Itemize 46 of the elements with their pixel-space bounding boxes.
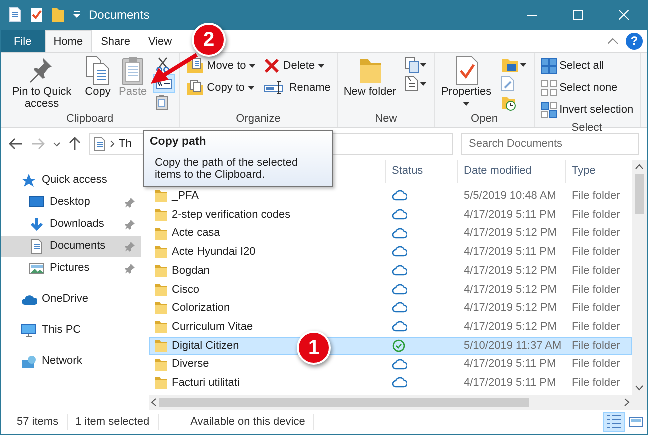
date-cell-text: 4/17/2019 5:11 PM bbox=[463, 357, 558, 372]
file-name: Diverse bbox=[172, 357, 210, 372]
date-cell-text: 4/17/2019 5:12 PM bbox=[463, 264, 558, 279]
type-cell-text: File folder bbox=[571, 189, 622, 204]
group-label: Select bbox=[570, 121, 604, 135]
status-text: 57 items bbox=[17, 414, 68, 430]
file-name: Cisco bbox=[172, 282, 200, 298]
date-cell-text: 4/17/2019 5:12 PM bbox=[463, 301, 558, 316]
callout-number: 1 bbox=[297, 331, 331, 365]
file-name: Bogdan bbox=[172, 264, 210, 279]
date-cell-text: 4/17/2019 5:12 PM bbox=[463, 226, 558, 242]
type-cell-text: File folder bbox=[571, 338, 622, 354]
type-cell-text: File folder bbox=[571, 208, 622, 223]
type-cell-text: File folder bbox=[571, 226, 622, 242]
date-cell-text: 4/17/2019 5:11 PM bbox=[463, 208, 558, 223]
group-label: Organize bbox=[235, 112, 282, 127]
group-label: Clipboard bbox=[66, 112, 115, 127]
group-label: Open bbox=[470, 112, 499, 127]
type-cell-text: File folder bbox=[571, 357, 622, 372]
file-name: Facturi utilitati bbox=[172, 376, 240, 391]
file-name: Curriculum Vitae bbox=[172, 320, 254, 335]
group-label: New bbox=[374, 112, 398, 127]
file-name: 2-step verification codes bbox=[172, 208, 291, 223]
type-cell-text: File folder bbox=[571, 376, 622, 391]
date-cell-text: 5/5/2019 10:48 AM bbox=[463, 189, 558, 204]
date-cell-text: 4/17/2019 5:11 PM bbox=[463, 376, 558, 391]
status-text: 1 item selected bbox=[76, 414, 159, 430]
tooltip-title: Copy path bbox=[150, 135, 208, 150]
type-cell-text: File folder bbox=[571, 245, 622, 260]
type-cell-text: File folder bbox=[571, 282, 622, 298]
date-cell-text: 4/17/2019 5:12 PM bbox=[463, 320, 558, 335]
file-name: _PFA bbox=[172, 189, 199, 204]
file-name: Acte casa bbox=[172, 226, 220, 242]
type-cell-text: File folder bbox=[571, 301, 622, 316]
window-title: Documents bbox=[89, 7, 150, 24]
date-cell-text: 4/17/2019 5:12 PM bbox=[463, 282, 558, 298]
type-cell-text: File folder bbox=[571, 264, 622, 279]
date-cell-text: 5/10/2019 11:37 AM bbox=[463, 338, 563, 354]
date-cell-text: 4/17/2019 5:11 PM bbox=[463, 245, 558, 260]
file-name: Acte Hyundai I20 bbox=[172, 245, 256, 260]
tooltip-text: Copy the path of the selected items to the Clipboard. bbox=[154, 157, 300, 182]
type-cell-text: File folder bbox=[571, 320, 622, 335]
status-text: Available on this device bbox=[190, 414, 314, 430]
path-text: Th bbox=[119, 136, 132, 152]
file-name: Digital Citizen bbox=[172, 338, 240, 354]
file-name: Colorization bbox=[172, 301, 230, 316]
